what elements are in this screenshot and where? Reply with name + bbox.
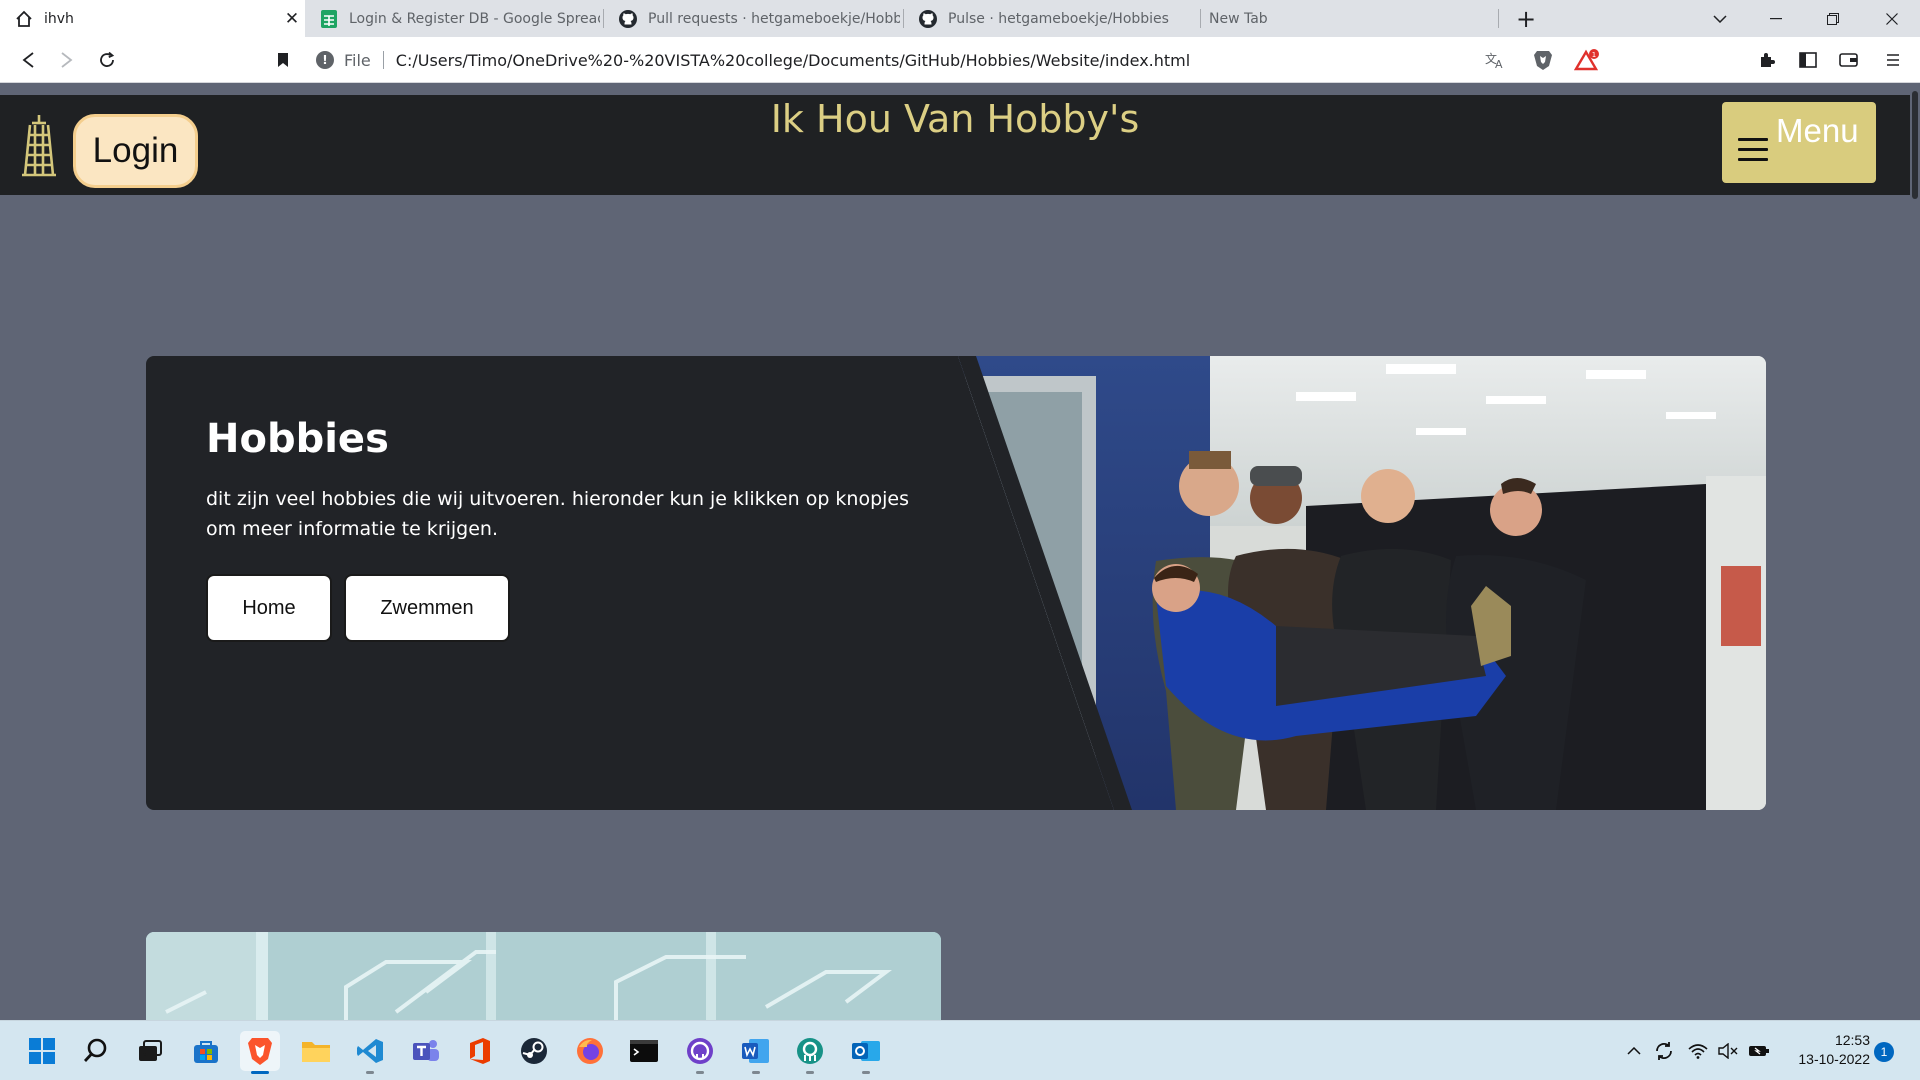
gitkraken-icon[interactable] [790, 1031, 830, 1074]
search-icon[interactable] [76, 1031, 116, 1071]
menu-button[interactable]: Menu [1722, 102, 1876, 183]
google-sheets-icon [319, 9, 339, 29]
forward-icon[interactable] [52, 45, 82, 75]
steam-icon[interactable] [514, 1031, 554, 1071]
chevron-up-icon[interactable] [1622, 1021, 1646, 1080]
volume-muted-icon[interactable] [1714, 1021, 1742, 1080]
hero-heading: Hobbies [206, 416, 389, 462]
hero-description: dit zijn veel hobbies die wij uitvoeren.… [206, 488, 910, 540]
github-desktop-icon[interactable] [680, 1031, 720, 1074]
tab-new-tab[interactable]: New Tab [1201, 0, 1497, 37]
windows-start-icon[interactable] [22, 1031, 62, 1071]
windows-taskbar: 12:53 13-10-2022 1 [0, 1020, 1920, 1080]
tab-separator [1498, 9, 1499, 28]
brave-browser-icon[interactable] [240, 1031, 280, 1074]
battery-icon[interactable] [1744, 1021, 1774, 1080]
minimize-icon[interactable] [1756, 0, 1796, 37]
tab-title: Pulse · hetgameboekje/Hobbies [948, 10, 1169, 27]
new-tab-button[interactable]: + [1510, 0, 1542, 37]
word-icon[interactable] [736, 1031, 776, 1074]
tab-title: ihvh [44, 10, 74, 27]
card-image [146, 932, 941, 1020]
bookmark-icon[interactable] [268, 45, 298, 75]
menu-label: Menu [1776, 112, 1859, 149]
svg-text:A: A [1495, 58, 1503, 69]
tab-ihvh[interactable]: ihvh ✕ [0, 0, 305, 37]
outlook-icon[interactable] [846, 1031, 886, 1074]
translate-icon[interactable]: 文A [1480, 45, 1510, 75]
tab-pulse[interactable]: Pulse · hetgameboekje/Hobbies [904, 0, 1200, 37]
tab-title: New Tab [1209, 10, 1268, 27]
clock-date: 13-10-2022 [1798, 1051, 1870, 1067]
scrollbar-thumb[interactable] [1912, 91, 1918, 199]
url-text: C:/Users/Timo/OneDrive%20-%20VISTA%20col… [395, 50, 1191, 70]
tab-title: Pull requests · hetgameboekje/Hobbie [648, 10, 900, 27]
site-info-icon[interactable]: ! [316, 51, 334, 69]
notification-badge[interactable]: 1 [1874, 1042, 1894, 1062]
home-button[interactable]: Home [206, 574, 332, 642]
restore-icon[interactable] [1813, 0, 1853, 37]
zwemmen-button[interactable]: Zwemmen [344, 574, 510, 642]
browser-toolbar: ! File C:/Users/Timo/OneDrive%20-%20VIST… [0, 37, 1920, 83]
divider [382, 51, 384, 69]
office-icon[interactable] [460, 1031, 500, 1071]
reload-icon[interactable] [92, 45, 122, 75]
window-close-icon[interactable] [1872, 0, 1912, 37]
brave-shields-icon[interactable] [1528, 45, 1558, 75]
brave-alert-count: 1 [1592, 51, 1596, 59]
sidebar-icon[interactable] [1793, 45, 1823, 75]
sync-icon[interactable] [1650, 1021, 1678, 1080]
close-icon[interactable]: ✕ [279, 9, 305, 29]
task-view-icon[interactable] [130, 1031, 170, 1071]
site-header: Login Ik Hou Van Hobby's Menu [0, 95, 1910, 195]
second-card-image [146, 932, 941, 1020]
browser-tab-bar: ihvh ✕ Login & Register DB - Google Spre… [0, 0, 1920, 37]
extensions-icon[interactable] [1752, 45, 1782, 75]
tab-title: Login & Register DB - Google Spreads [349, 10, 600, 27]
brave-rewards-icon[interactable]: 1 [1572, 45, 1602, 75]
hamburger-icon [1738, 138, 1770, 162]
tab-search-chevron-icon[interactable] [1702, 0, 1738, 37]
system-clock[interactable]: 12:53 13-10-2022 [1780, 1031, 1870, 1069]
clock-time: 12:53 [1834, 1032, 1870, 1048]
wifi-icon[interactable] [1684, 1021, 1712, 1080]
browser-menu-icon[interactable] [1878, 45, 1908, 75]
github-icon [918, 9, 938, 29]
file-explorer-icon[interactable] [296, 1031, 336, 1071]
vscode-icon[interactable] [350, 1031, 390, 1074]
home-icon [14, 9, 34, 29]
firefox-icon[interactable] [570, 1031, 610, 1071]
hero-card: Hobbies dit zijn veel hobbies die wij ui… [146, 356, 1766, 810]
wallet-icon[interactable] [1834, 45, 1864, 75]
teams-icon[interactable] [406, 1031, 446, 1071]
microsoft-store-icon[interactable] [186, 1031, 226, 1071]
address-bar[interactable]: ! File C:/Users/Timo/OneDrive%20-%20VIST… [316, 43, 1606, 77]
url-scheme: File [344, 50, 371, 70]
github-icon [618, 9, 638, 29]
site-title: Ik Hou Van Hobby's [770, 97, 1140, 141]
tab-pull-requests[interactable]: Pull requests · hetgameboekje/Hobbie [604, 0, 900, 37]
terminal-icon[interactable] [624, 1031, 664, 1071]
tab-google-spreadsheet[interactable]: Login & Register DB - Google Spreads [305, 0, 600, 37]
back-icon[interactable] [13, 45, 43, 75]
page-scrollbar[interactable] [1910, 83, 1920, 1020]
